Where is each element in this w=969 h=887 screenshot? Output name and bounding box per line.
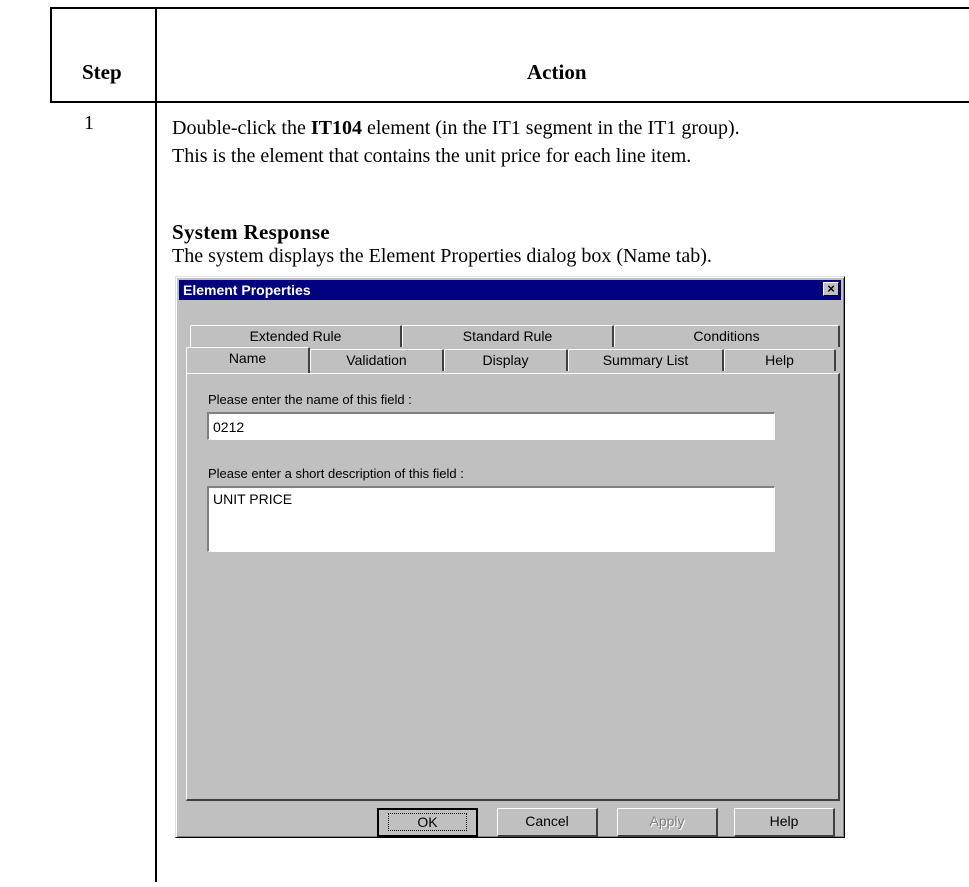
dialog-titlebar[interactable]: Element Properties × (179, 280, 841, 300)
description-field-label: Please enter a short description of this… (208, 466, 464, 481)
instruction-line-2: This is the element that contains the un… (172, 145, 692, 167)
apply-button[interactable]: Apply (617, 808, 718, 837)
tab-name[interactable]: Name (186, 347, 310, 373)
table-header-divider (50, 101, 969, 103)
close-icon[interactable]: × (823, 282, 839, 296)
ok-button-label: OK (388, 813, 467, 831)
tab-display[interactable]: Display (444, 349, 568, 371)
system-response-text: The system displays the Element Properti… (172, 245, 712, 267)
instruction-text-start: Double-click the (172, 117, 311, 139)
cancel-button[interactable]: Cancel (497, 808, 598, 837)
tab-standard-rule[interactable]: Standard Rule (402, 325, 614, 347)
name-field-label: Please enter the name of this field : (208, 392, 412, 407)
action-column-header: Action (527, 60, 587, 84)
step-column-header: Step (82, 60, 122, 84)
ok-button[interactable]: OK (377, 808, 478, 837)
dialog-title: Element Properties (183, 282, 311, 298)
instruction-text-end: element (in the IT1 segment in the IT1 g… (361, 117, 740, 139)
element-properties-dialog: Element Properties × Extended Rule Stand… (175, 276, 845, 838)
step-number: 1 (84, 112, 94, 134)
instruction-line-1: Double-click the IT104 element (in the I… (172, 114, 740, 142)
description-field-textarea[interactable]: UNIT PRICE (207, 486, 775, 552)
tab-summary-list[interactable]: Summary List (568, 349, 724, 371)
tab-validation[interactable]: Validation (310, 349, 444, 371)
help-button[interactable]: Help (734, 808, 835, 837)
tab-help[interactable]: Help (724, 349, 836, 371)
table-column-divider (155, 7, 157, 882)
name-tab-panel: Please enter the name of this field : Pl… (186, 373, 840, 801)
table-left-border (50, 7, 52, 102)
element-name-bold: IT104 (310, 117, 362, 139)
name-field-input[interactable] (207, 412, 775, 440)
tab-extended-rule[interactable]: Extended Rule (190, 325, 402, 347)
tab-conditions[interactable]: Conditions (614, 325, 840, 347)
table-top-border (50, 7, 969, 9)
